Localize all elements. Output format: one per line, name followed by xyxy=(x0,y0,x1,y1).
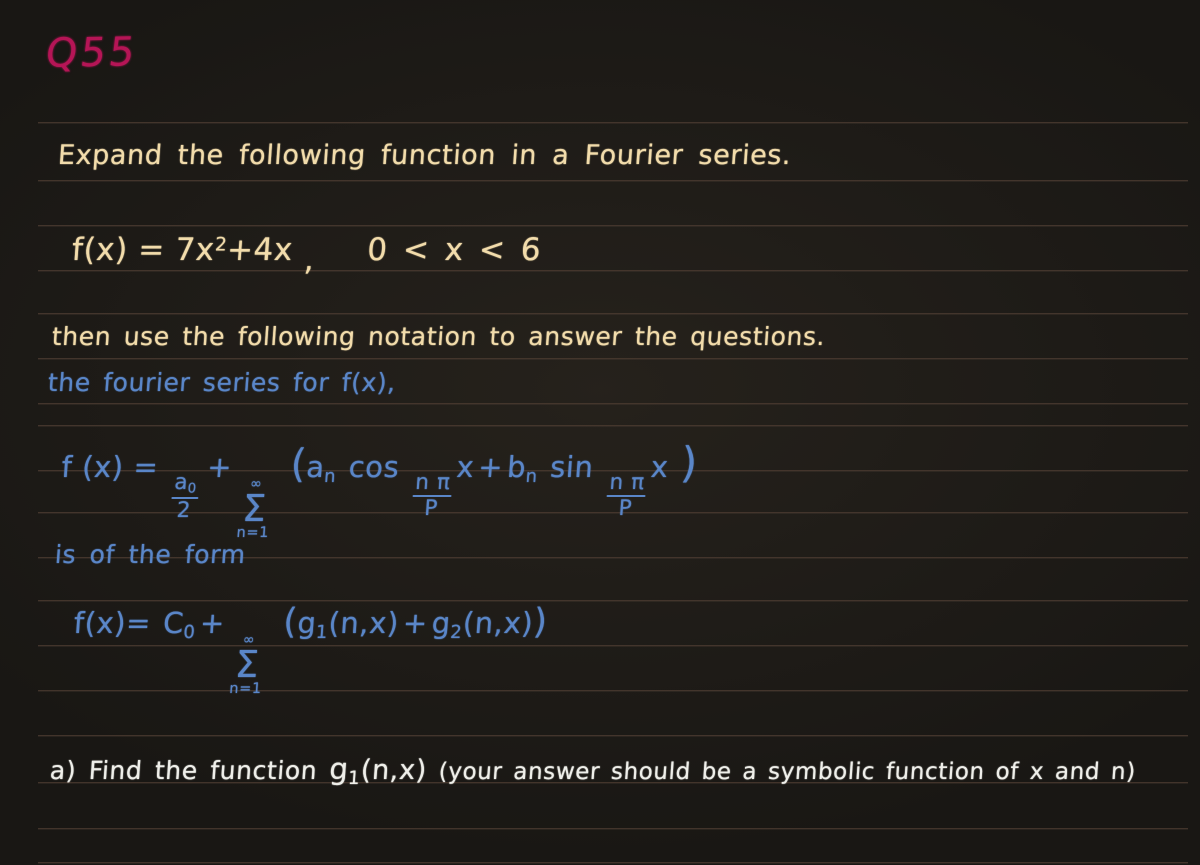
function-definition-equation: f(x) = 7x2+4x, 0 < x < 6 xyxy=(70,232,545,278)
P-denominator-2: P xyxy=(617,496,633,522)
g2-function: g2(n,x) xyxy=(430,606,535,643)
ruled-line xyxy=(38,425,1188,427)
g1-arguments: (n,x) xyxy=(327,606,401,640)
function-domain: 0 < x < 6 xyxy=(366,232,545,268)
P-denominator: P xyxy=(423,496,439,522)
close-paren: ) xyxy=(679,438,700,487)
b-n-coefficient: bn xyxy=(506,450,539,488)
instruction-line-notation: then use the following notation to answe… xyxy=(50,322,827,351)
ruled-lines-group xyxy=(0,0,1200,865)
g-letter: g xyxy=(328,752,350,786)
n-pi-numerator-2: n π xyxy=(608,470,646,496)
ruled-line xyxy=(38,828,1188,830)
function-lhs: f(x) = 7x xyxy=(70,232,216,268)
general-form-formula: f(x)= C0+ ∞ Σn=1 (g1(n,x)+g2(n,x)) xyxy=(69,602,549,697)
sigma-icon: Σ xyxy=(233,643,261,687)
question-number-label: Q55 xyxy=(43,29,141,77)
formula-lhs: f (x) = xyxy=(60,450,160,484)
C-letter: C xyxy=(161,606,186,640)
a-subscript: n xyxy=(323,466,337,488)
question-part-a: a) Find the function g1(n,x) (your answer … xyxy=(49,752,1137,789)
g1-function: g1(n,x) xyxy=(296,606,401,643)
a0-denominator: 2 xyxy=(175,498,192,524)
ruled-line xyxy=(38,358,1188,360)
a0-over-2-fraction: a0 2 xyxy=(170,470,200,524)
fourier-series-formula: f (x) = a0 2 + ∞ Σn=1 (an cos n π Px+bn sin n π Px) xyxy=(56,438,700,541)
g-arguments: (n,x) xyxy=(359,755,428,786)
sine-label: sin xyxy=(549,450,595,484)
is-of-the-form-text: is of the form xyxy=(53,540,247,569)
instruction-line-expand: Expand the following function in a Fouri… xyxy=(56,140,793,171)
ruled-line xyxy=(38,403,1188,405)
summation-symbol-group-2: ∞ Σn=1 xyxy=(228,632,266,697)
ruled-line xyxy=(38,270,1188,272)
x-variable-cos: x xyxy=(455,450,476,484)
question-a-text: a) Find the function xyxy=(48,756,319,785)
b-letter: b xyxy=(506,450,528,484)
plus-operator-2: + xyxy=(477,450,505,484)
sum-lower-limit: n=1 xyxy=(236,524,270,541)
n-pi-over-P-fraction-cos: n πP xyxy=(411,470,453,522)
a0-numerator: a0 xyxy=(171,470,200,497)
plus-operator-2: + xyxy=(401,606,430,640)
a0-subscript: 0 xyxy=(187,481,198,497)
ruled-line xyxy=(38,313,1188,315)
g1-target-function: g1(n,x) xyxy=(328,752,428,789)
b-subscript: n xyxy=(524,466,539,488)
notebook-page: Q55 Expand the following function in a F… xyxy=(0,0,1200,865)
summation-symbol-group: ∞ Σn=1 xyxy=(236,476,273,541)
function-rest: +4x xyxy=(225,232,295,268)
ruled-line xyxy=(38,735,1188,737)
instruction-line-series-for: the fourier series for f(x), xyxy=(46,368,397,397)
ruled-line xyxy=(38,600,1188,602)
n-pi-over-P-fraction-sin: n πP xyxy=(605,470,647,522)
close-paren-2: ) xyxy=(531,602,549,642)
question-a-parenthetical: (your answer should be a symbolic functi… xyxy=(437,759,1137,785)
cosine-label: cos xyxy=(347,450,401,484)
x-variable-sin: x xyxy=(649,450,670,484)
g2-arguments: (n,x) xyxy=(461,606,535,640)
form-lhs: f(x)= xyxy=(72,606,153,640)
ruled-line xyxy=(38,225,1188,227)
a-n-coefficient: an xyxy=(305,450,338,488)
c0-constant: C0 xyxy=(161,606,197,643)
n-pi-numerator: n π xyxy=(414,470,452,496)
sum-lower-limit-2: n=1 xyxy=(228,680,263,697)
ruled-line xyxy=(38,862,1188,864)
ruled-line xyxy=(38,122,1188,124)
plus-operator: + xyxy=(198,606,227,640)
plus-operator: + xyxy=(206,450,234,484)
g-letter-1: g xyxy=(296,606,318,640)
ruled-line xyxy=(38,180,1188,182)
sigma-icon: Σ xyxy=(240,487,269,531)
g-letter-2: g xyxy=(430,606,453,640)
